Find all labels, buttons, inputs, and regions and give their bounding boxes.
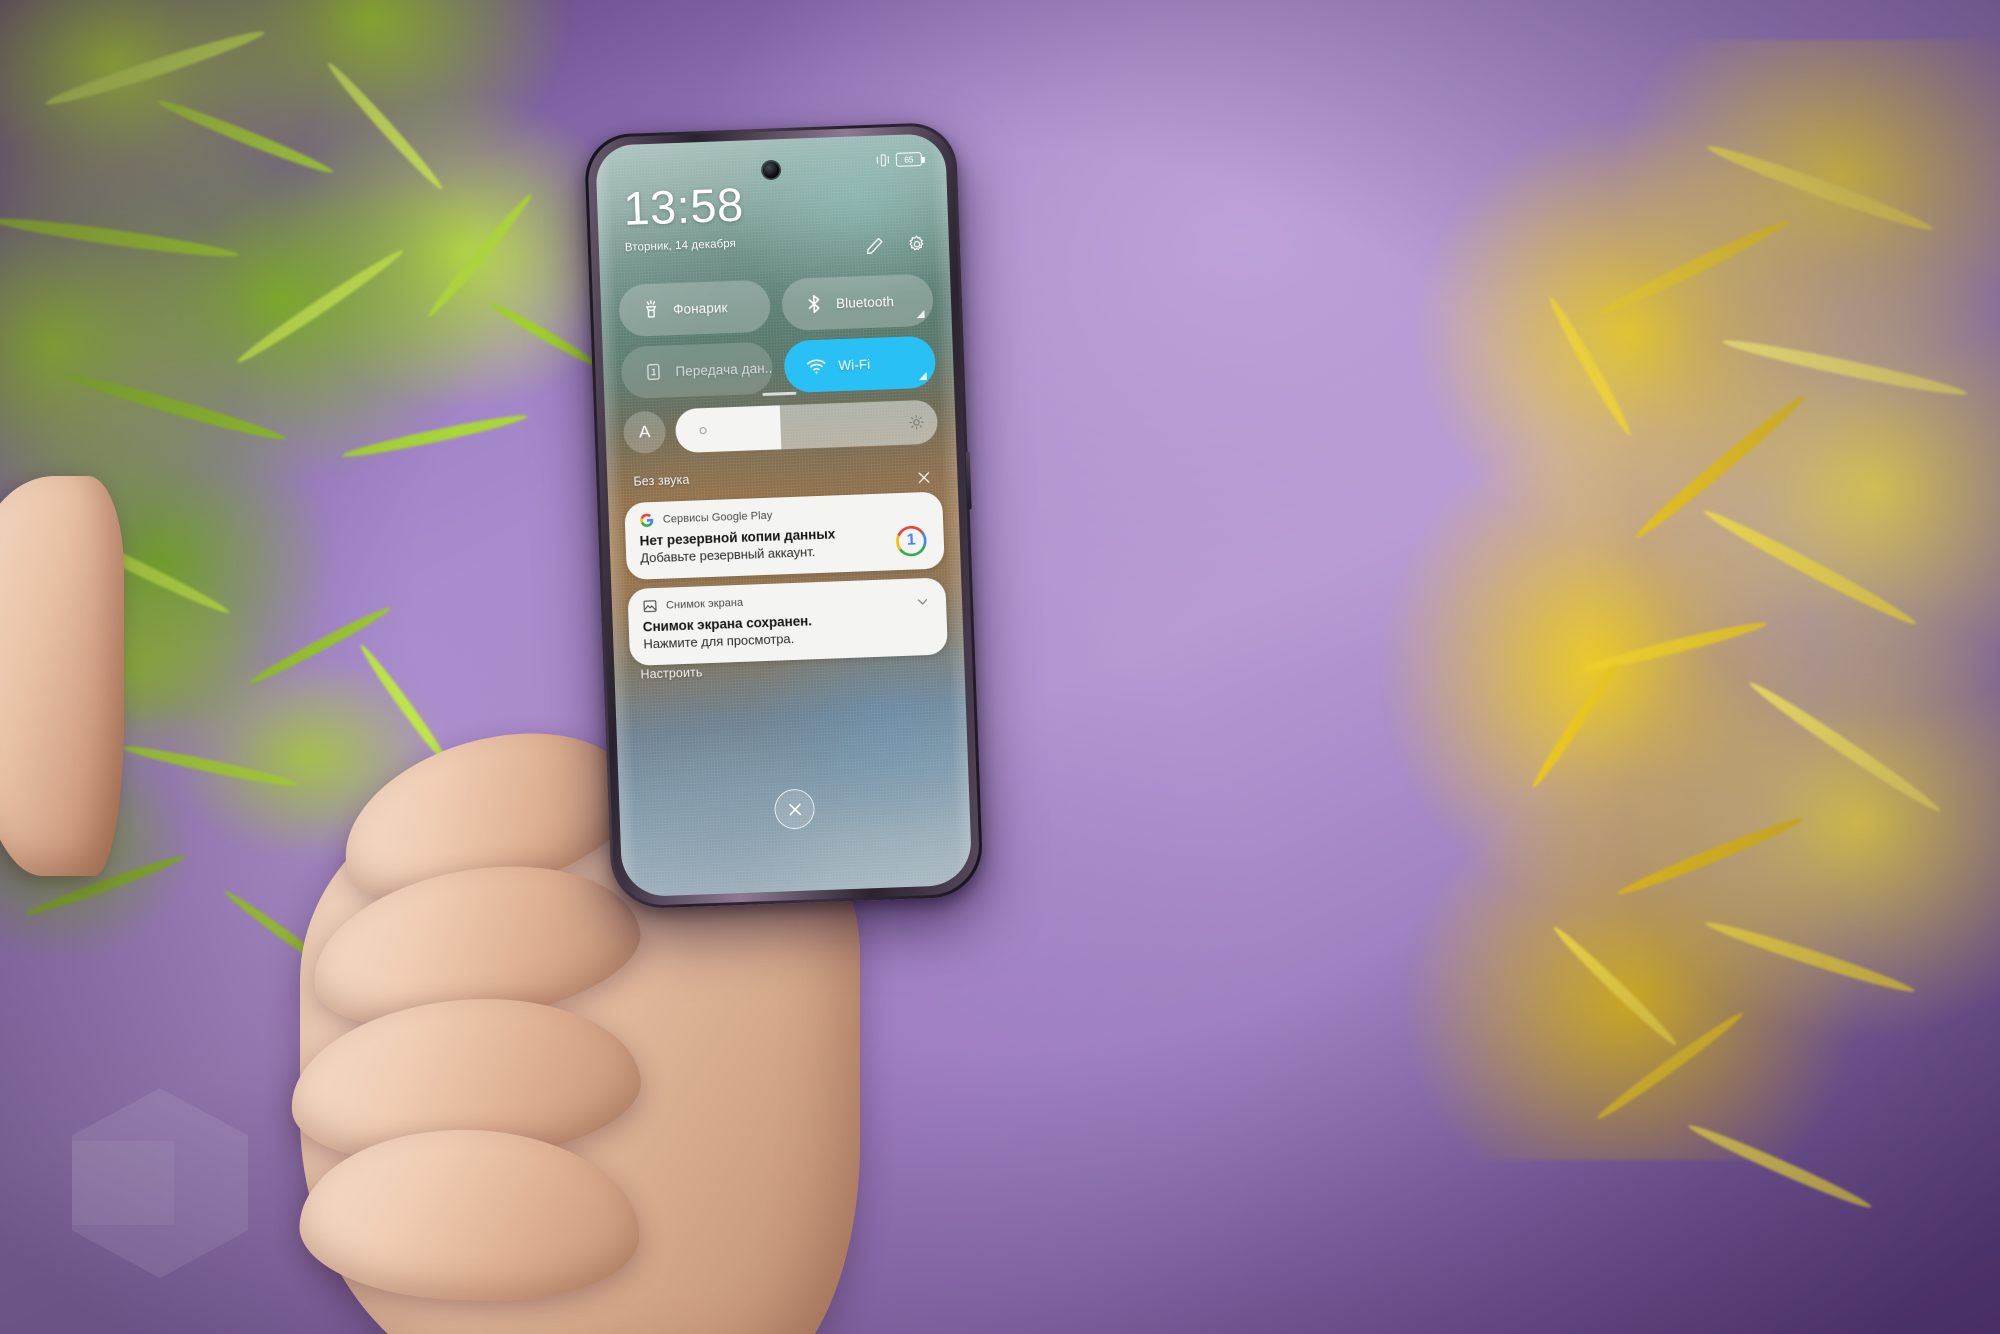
battery-icon: 65 [895, 151, 923, 167]
quick-tile-label: Bluetooth [835, 293, 895, 311]
quick-tile-flashlight[interactable]: Фонарик [618, 279, 772, 338]
battery-level: 65 [904, 154, 914, 165]
quick-tile-wifi[interactable]: Wi-Fi [783, 335, 937, 394]
quick-tile-label: Wi-Fi [838, 356, 871, 373]
notification-app-name: Сервисы Google Play [662, 509, 773, 526]
brightness-row: A [622, 399, 939, 455]
quick-tile-label: Передача дан.. [675, 360, 773, 379]
lock-clock: 13:58 Вторник, 14 декабря [622, 177, 746, 254]
expand-corner-icon[interactable] [916, 309, 925, 319]
auto-brightness-button[interactable]: A [622, 410, 667, 455]
quick-tile-label: Фонарик [672, 299, 728, 317]
clock-date: Вторник, 14 декабря [624, 237, 737, 254]
google-g-icon [639, 512, 656, 529]
thumb [0, 476, 124, 876]
pencil-icon[interactable] [865, 235, 886, 256]
auto-brightness-label: A [638, 422, 651, 442]
clock-time: 13:58 [622, 177, 745, 235]
vibrate-icon [876, 153, 890, 167]
brightness-slider[interactable] [674, 399, 939, 454]
wifi-icon [805, 355, 828, 378]
page-indicator [762, 391, 797, 396]
sun-icon [908, 414, 925, 431]
quick-settings-tiles: Фонарик Bluetooth Передача дан.. Wi-Fi [618, 273, 937, 400]
quick-tile-mobile-data[interactable]: Передача дан.. [620, 341, 774, 400]
chevron-down-icon[interactable] [915, 594, 931, 610]
gear-icon[interactable] [907, 234, 928, 255]
notification-card-google-play[interactable]: Сервисы Google Play Нет резервной копии … [624, 491, 945, 580]
sim-card-icon [642, 361, 665, 384]
notification-shade: 65 13:58 Вторник, 14 декабря Фонарик Blu… [595, 133, 972, 897]
phone-screen[interactable]: 65 13:58 Вторник, 14 декабря Фонарик Blu… [595, 133, 973, 898]
bluetooth-icon [803, 293, 826, 316]
notification-app-name: Снимок экрана [665, 596, 744, 612]
quick-tile-bluetooth[interactable]: Bluetooth [781, 273, 934, 332]
close-shade-button[interactable] [773, 788, 816, 830]
clear-notifications-button[interactable] [916, 470, 932, 486]
image-icon [642, 598, 659, 615]
notification-list: Сервисы Google Play Нет резервной копии … [624, 491, 948, 674]
notification-badge-count: 1 [906, 531, 917, 550]
photo-scene: 65 13:58 Вторник, 14 декабря Фонарик Blu… [0, 0, 2000, 1334]
notification-card-screenshot[interactable]: Снимок экрана Снимок экрана сохранен. На… [627, 577, 948, 666]
google-one-badge-icon: 1 [894, 524, 928, 558]
shade-header-actions [865, 234, 928, 256]
manage-notifications-link[interactable]: Настроить [640, 665, 702, 681]
smartphone: 65 13:58 Вторник, 14 декабря Фонарик Blu… [583, 121, 984, 910]
flashlight-icon [640, 299, 663, 322]
silent-section-label: Без звука [633, 472, 690, 489]
expand-corner-icon[interactable] [918, 371, 927, 381]
